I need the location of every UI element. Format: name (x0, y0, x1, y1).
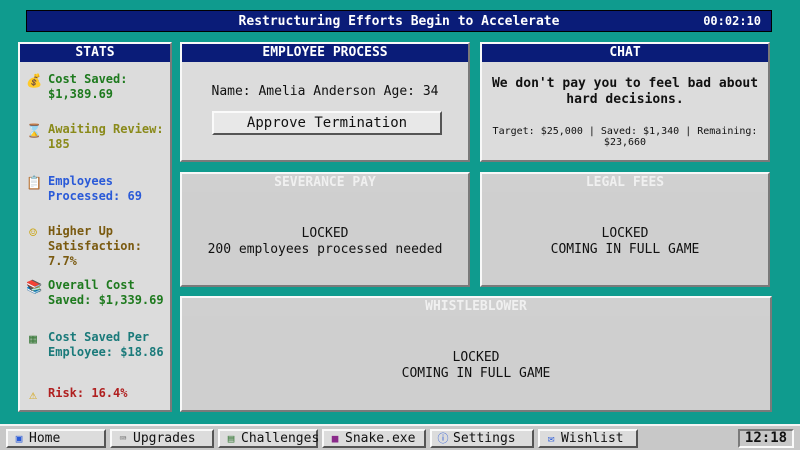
stat-higher-up-satisfaction: ☺ Higher Up Satisfaction: 7.7% (26, 224, 170, 269)
whistleblower-header: WHISTLEBLOWER (182, 298, 770, 316)
stat-employees-processed: 📋 Employees Processed: 69 (26, 174, 170, 204)
stat-cost-per-employee: ▦ Cost Saved Per Employee: $18.86 (26, 330, 170, 360)
game-timer: 00:02:10 (703, 14, 761, 28)
whistleblower-panel: WHISTLEBLOWER LOCKED COMING IN FULL GAME (180, 296, 772, 412)
stat-label: Higher Up (48, 224, 114, 238)
snake-icon: ■ (331, 432, 339, 445)
locked-label: LOCKED (601, 226, 649, 241)
home-icon: ▣ (15, 432, 23, 445)
stat-value: Processed: 69 (48, 189, 142, 203)
stats-header: STATS (20, 44, 170, 62)
locked-label: LOCKED (301, 226, 349, 241)
warning-icon: ⚠ (29, 388, 37, 403)
taskbar-settings-button[interactable]: ⓘ Settings (430, 429, 534, 448)
stat-overall-cost-saved: 📚 Overall Cost Saved: $1,339.69 (26, 278, 170, 308)
challenges-icon: ▤ (227, 432, 235, 445)
info-icon: ⓘ (437, 432, 449, 445)
taskbar-label: Wishlist (561, 431, 624, 446)
unlock-requirement: COMING IN FULL GAME (550, 242, 700, 257)
chat-header: CHAT (482, 44, 768, 62)
stat-cost-saved: 💰 Cost Saved: $1,389.69 (26, 72, 170, 102)
employee-info: Name: Amelia Anderson Age: 34 (211, 84, 439, 99)
budget-summary: Target: $25,000 | Saved: $1,340 | Remain… (492, 126, 758, 148)
legal-fees-panel: LEGAL FEES LOCKED COMING IN FULL GAME (480, 172, 770, 287)
taskbar-snake-button[interactable]: ■ Snake.exe (322, 429, 426, 448)
taskbar-label: Settings (453, 431, 516, 446)
hourglass-icon: ⌛ (26, 124, 43, 139)
legal-fees-header: LEGAL FEES (482, 174, 768, 192)
stat-value: Satisfaction: 7.7% (48, 239, 142, 268)
stat-label: Overall Cost (48, 278, 135, 292)
employee-process-header: EMPLOYEE PROCESS (182, 44, 468, 62)
stat-value: Employee: $18.86 (48, 345, 164, 359)
stat-value: Saved: $1,339.69 (48, 293, 164, 307)
books-icon: 📚 (26, 280, 43, 295)
stat-awaiting-review: ⌛ Awaiting Review: 185 (26, 122, 170, 152)
taskbar-wishlist-button[interactable]: ✉ Wishlist (538, 429, 638, 448)
title-bar: Restructuring Efforts Begin to Accelerat… (26, 10, 772, 32)
calculator-icon: ▦ (29, 332, 37, 347)
stats-panel: STATS 💰 Cost Saved: $1,389.69 ⌛ Awaiting… (18, 42, 172, 412)
taskbar-upgrades-button[interactable]: ⌨ Upgrades (110, 429, 214, 448)
unlock-requirement: 200 employees processed needed (207, 242, 443, 257)
taskbar-label: Snake.exe (345, 431, 416, 446)
unlock-requirement: COMING IN FULL GAME (401, 366, 551, 381)
chat-message: We don't pay you to feel bad about hard … (491, 76, 759, 107)
stat-label: Awaiting Review: (48, 122, 164, 136)
taskbar: ▣ Home ⌨ Upgrades ▤ Challenges ■ Snake.exe ⓘ… (0, 424, 800, 450)
locked-label: LOCKED (452, 350, 500, 365)
smiley-icon: ☺ (29, 226, 37, 241)
stat-label: Cost Saved: (48, 72, 128, 86)
clipboard-icon: 📋 (26, 176, 43, 191)
money-bag-icon: 💰 (26, 74, 43, 89)
taskbar-clock: 12:18 (738, 429, 794, 448)
severance-pay-panel: SEVERANCE PAY LOCKED 200 employees proce… (180, 172, 470, 287)
window-title: Restructuring Efforts Begin to Accelerat… (238, 14, 560, 29)
stat-value: $1,389.69 (48, 87, 114, 101)
stat-value: 185 (48, 137, 70, 151)
wishlist-icon: ✉ (547, 432, 555, 445)
upgrades-icon: ⌨ (119, 432, 127, 445)
severance-pay-header: SEVERANCE PAY (182, 174, 468, 192)
employee-process-panel: EMPLOYEE PROCESS Name: Amelia Anderson A… (180, 42, 470, 162)
taskbar-label: Challenges (241, 431, 320, 446)
taskbar-home-button[interactable]: ▣ Home (6, 429, 106, 448)
stat-risk: ⚠ Risk: 16.4% (26, 386, 170, 403)
taskbar-challenges-button[interactable]: ▤ Challenges (218, 429, 320, 448)
stat-label: Cost Saved Per (48, 330, 150, 344)
stat-label: Employees (48, 174, 114, 188)
stat-label: Risk: 16.4% (48, 386, 128, 400)
taskbar-label: Upgrades (133, 431, 196, 446)
approve-termination-button[interactable]: Approve Termination (212, 111, 442, 135)
chat-panel: CHAT We don't pay you to feel bad about … (480, 42, 770, 162)
taskbar-label: Home (29, 431, 61, 446)
